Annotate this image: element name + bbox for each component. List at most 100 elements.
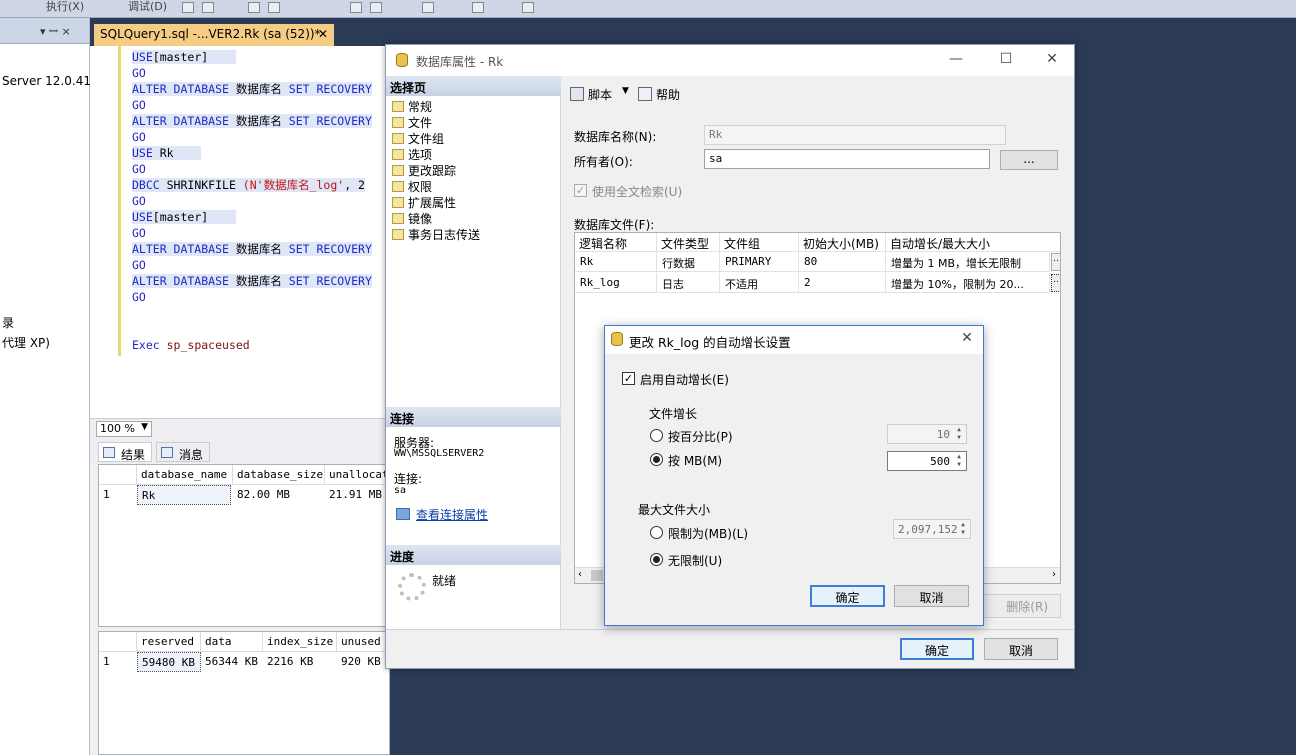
- panel-window-controls[interactable]: ▾ ꟷ ×: [40, 24, 71, 39]
- grid-icon: [103, 447, 115, 458]
- chevron-down-icon[interactable]: ▼: [622, 86, 629, 96]
- tree-node-agent-xp[interactable]: 代理 XP): [2, 334, 50, 351]
- column-header[interactable]: database_name: [137, 465, 233, 485]
- column-header[interactable]: reserved: [137, 632, 201, 652]
- enable-autogrowth-checkbox[interactable]: ✓: [622, 372, 635, 385]
- page-item-general[interactable]: 常规: [392, 98, 432, 115]
- page-item-permissions[interactable]: 权限: [392, 178, 432, 195]
- table-cell[interactable]: 增量为 10%，限制为 20...: [886, 273, 1050, 293]
- page-item-log-shipping[interactable]: 事务日志传送: [392, 226, 480, 243]
- mb-stepper[interactable]: 500 ▲ ▼: [887, 451, 967, 471]
- scrollbar-thumb[interactable]: [591, 570, 603, 581]
- messages-icon: [161, 447, 173, 458]
- column-header: 初始大小(MB): [799, 233, 886, 252]
- display-plan-icon[interactable]: [350, 2, 362, 13]
- comment-icon[interactable]: [422, 2, 434, 13]
- page-item-change-tracking[interactable]: 更改跟踪: [392, 162, 456, 179]
- dialog-cancel-button[interactable]: 取消: [894, 585, 969, 607]
- ok-button[interactable]: 确定: [900, 638, 974, 660]
- execute-button[interactable]: 执行(X): [46, 0, 84, 13]
- table-cell[interactable]: 80: [799, 252, 886, 272]
- unlimited-size-radio[interactable]: [650, 553, 663, 566]
- server-node[interactable]: Server 12.0.41: [2, 74, 91, 88]
- tab-messages[interactable]: 消息: [156, 442, 211, 462]
- enable-autogrowth-label: 启用自动增长(E): [640, 373, 729, 387]
- results-to-grid-icon[interactable]: [248, 2, 260, 13]
- table-cell[interactable]: Rk_log: [575, 273, 657, 293]
- column-header: 逻辑名称: [575, 233, 657, 252]
- sql-editor[interactable]: USE[master] GO ALTER DATABASE 数据库名 SET R…: [90, 46, 390, 418]
- code-line: USE Rk: [132, 145, 202, 161]
- page-icon: [392, 133, 404, 144]
- minimize-icon[interactable]: —: [946, 51, 966, 67]
- autogrowth-ellipsis-button[interactable]: ..: [1051, 274, 1060, 292]
- spin-up-icon[interactable]: ▲: [953, 453, 965, 461]
- page-item-extended-properties[interactable]: 扩展属性: [392, 194, 456, 211]
- growth-percent-radio[interactable]: [650, 429, 663, 442]
- script-button[interactable]: 脚本: [588, 86, 612, 103]
- table-cell[interactable]: Rk: [137, 485, 231, 505]
- browse-owner-button[interactable]: ...: [1000, 150, 1058, 170]
- column-header[interactable]: unused: [337, 632, 391, 652]
- stop-icon[interactable]: [182, 2, 194, 13]
- code-line: GO: [132, 258, 146, 272]
- column-header[interactable]: unallocated: [325, 465, 391, 485]
- owner-label: 所有者(O):: [574, 155, 633, 169]
- spin-down-icon[interactable]: ▼: [953, 461, 965, 469]
- specify-values-icon[interactable]: [522, 2, 534, 13]
- table-cell[interactable]: PRIMARY: [720, 252, 799, 272]
- tree-node-record[interactable]: 录: [2, 314, 14, 331]
- tab-results[interactable]: 结果: [98, 442, 153, 462]
- column-header[interactable]: database_size: [233, 465, 325, 485]
- indent-icon[interactable]: [472, 2, 484, 13]
- connection-header: 连接: [386, 407, 561, 427]
- zoom-select[interactable]: 100 % ▼: [96, 421, 152, 437]
- owner-field[interactable]: sa: [704, 149, 990, 169]
- code-line: DBCC SHRINKFILE (N'数据库名_log', 2: [132, 178, 365, 192]
- table-cell[interactable]: 56344 KB: [201, 652, 263, 672]
- table-cell[interactable]: 21.91 MB: [325, 485, 391, 505]
- table-cell[interactable]: Rk: [575, 252, 657, 272]
- close-tab-icon[interactable]: ✕: [318, 27, 328, 41]
- dialog-titlebar: 更改 Rk_log 的自动增长设置 ✕: [605, 326, 983, 354]
- column-header[interactable]: index_size: [263, 632, 337, 652]
- scroll-right-icon[interactable]: ›: [1052, 569, 1056, 580]
- query-options-icon[interactable]: [370, 2, 382, 13]
- table-cell[interactable]: 920 KB: [337, 652, 391, 672]
- view-connection-properties-link[interactable]: 查看连接属性: [416, 506, 488, 523]
- cancel-button[interactable]: 取消: [984, 638, 1058, 660]
- table-cell[interactable]: 82.00 MB: [233, 485, 325, 505]
- table-cell[interactable]: 增量为 1 MB，增长无限制: [886, 252, 1050, 272]
- query-tab[interactable]: SQLQuery1.sql -...VER2.Rk (sa (52))* ✕: [94, 24, 334, 46]
- results-grid-1[interactable]: database_name database_size unallocated …: [98, 464, 391, 627]
- help-button[interactable]: 帮助: [656, 86, 680, 103]
- dialog-ok-button[interactable]: 确定: [810, 585, 885, 607]
- limit-size-radio[interactable]: [650, 526, 663, 539]
- page-item-mirroring[interactable]: 镜像: [392, 210, 432, 227]
- close-icon[interactable]: ✕: [957, 330, 977, 346]
- parse-icon[interactable]: [202, 2, 214, 13]
- page-icon: [392, 181, 404, 192]
- page-item-filegroups[interactable]: 文件组: [392, 130, 444, 147]
- table-cell[interactable]: 日志: [657, 273, 720, 293]
- table-cell[interactable]: 行数据: [657, 252, 720, 272]
- maximize-icon[interactable]: ☐: [996, 51, 1016, 67]
- results-to-file-icon[interactable]: [268, 2, 280, 13]
- table-cell[interactable]: 不适用: [720, 273, 799, 293]
- growth-mb-radio[interactable]: [650, 453, 663, 466]
- spin-down-icon: ▼: [961, 529, 965, 536]
- debug-button[interactable]: 调试(D): [128, 0, 167, 13]
- max-file-size-label: 最大文件大小: [638, 503, 711, 517]
- growth-percent-label: 按百分比(P): [668, 430, 733, 444]
- scroll-left-icon[interactable]: ‹: [578, 569, 582, 580]
- table-cell[interactable]: 59480 KB: [137, 652, 201, 672]
- autogrowth-ellipsis-button[interactable]: ..: [1051, 253, 1060, 271]
- page-item-files[interactable]: 文件: [392, 114, 432, 131]
- column-header[interactable]: data: [201, 632, 263, 652]
- results-grid-2[interactable]: reserved data index_size unused 1 59480 …: [98, 631, 391, 755]
- window-title: 数据库属性 - Rk: [416, 55, 504, 69]
- table-cell[interactable]: 2216 KB: [263, 652, 337, 672]
- close-icon[interactable]: ✕: [1042, 51, 1062, 67]
- table-cell[interactable]: 2: [799, 273, 886, 293]
- page-item-options[interactable]: 选项: [392, 146, 432, 163]
